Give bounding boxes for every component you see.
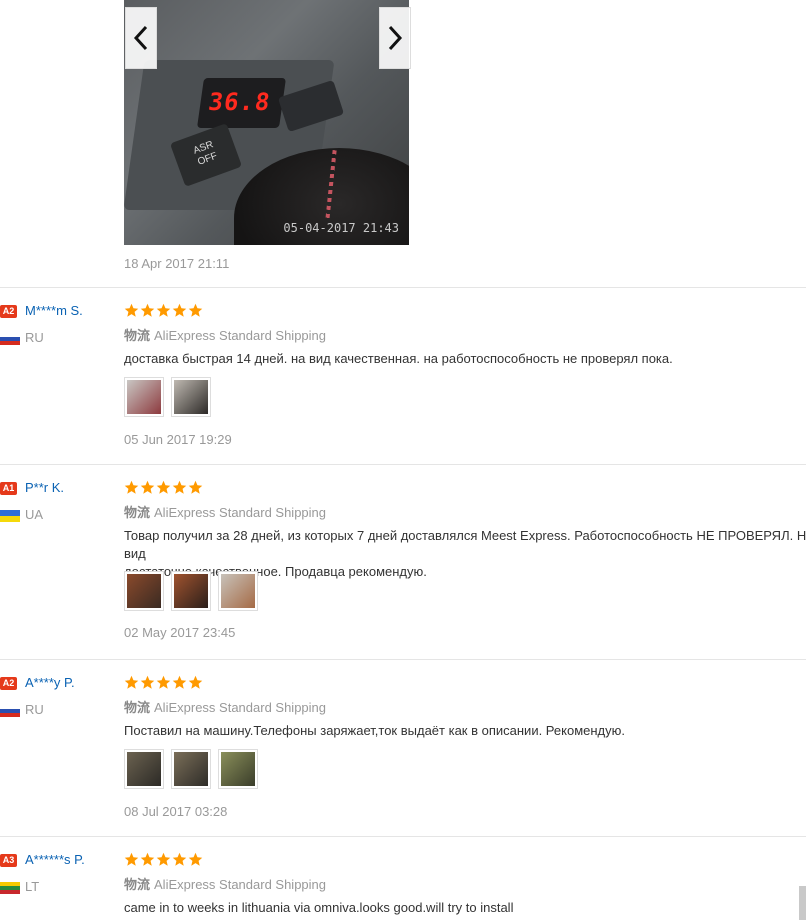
review-photos <box>124 749 258 789</box>
review-text: Поставил на машину.Телефоны заряжает,ток… <box>124 723 625 738</box>
star-icon <box>156 303 171 323</box>
buyer-name[interactable]: A****y P. <box>25 675 75 690</box>
review-photo-thumbnail[interactable] <box>171 377 211 417</box>
voltmeter-reading: 36.8 <box>206 88 273 116</box>
review-photo-thumbnail[interactable] <box>124 749 164 789</box>
star-rating <box>124 303 203 323</box>
buyer-country: LT <box>25 879 40 894</box>
scrollbar[interactable] <box>799 886 806 920</box>
buyer-level-badge: A1 <box>0 482 17 495</box>
shipping-value: AliExpress Standard Shipping <box>154 328 327 343</box>
star-icon <box>124 675 139 695</box>
star-icon <box>156 480 171 500</box>
star-icon <box>172 675 187 695</box>
shipping-label: 物流 <box>124 328 151 343</box>
star-icon <box>188 852 203 872</box>
review-item: A1 P**r K. UA 物流 AliExpress Standard Shippin… <box>0 464 806 660</box>
shipping-value: AliExpress Standard Shipping <box>154 877 327 892</box>
buyer-level-badge: A2 <box>0 305 17 318</box>
star-icon <box>172 303 187 323</box>
review-photo-thumbnail[interactable] <box>124 571 164 611</box>
review-date: 02 May 2017 23:45 <box>124 625 236 640</box>
voltmeter-display: 36.8 <box>196 78 287 128</box>
review-date: 05 Jun 2017 19:29 <box>124 432 232 447</box>
review-photo-large: 36.8 ASR OFF 05-04-2017 21:43 <box>124 0 409 245</box>
shipping-value: AliExpress Standard Shipping <box>154 700 327 715</box>
star-rating <box>124 852 203 872</box>
star-icon <box>188 675 203 695</box>
photo-timestamp: 05-04-2017 21:43 <box>283 221 399 235</box>
star-rating <box>124 480 203 500</box>
gallery-prev-button[interactable] <box>125 7 157 69</box>
buyer-country: UA <box>25 507 44 522</box>
star-icon <box>140 675 155 695</box>
star-icon <box>156 852 171 872</box>
buyer-country: RU <box>25 702 44 717</box>
country-flag-icon <box>0 510 20 522</box>
review-photos <box>124 377 211 417</box>
review-photo-thumbnail[interactable] <box>218 749 258 789</box>
buyer-name[interactable]: M****m S. <box>25 303 83 318</box>
buyer-name[interactable]: P**r K. <box>25 480 64 495</box>
country-flag-icon <box>0 882 20 894</box>
star-icon <box>124 303 139 323</box>
star-icon <box>156 675 171 695</box>
star-icon <box>140 303 155 323</box>
review-photos <box>124 571 258 611</box>
review-photo-thumbnail[interactable] <box>171 749 211 789</box>
shipping-label: 物流 <box>124 700 151 715</box>
review-item: A2 A****y P. RU 物流 AliExpress Standard Shipp… <box>0 659 806 837</box>
chevron-right-icon <box>388 25 403 51</box>
star-icon <box>124 852 139 872</box>
review-item: A2 M****m S. RU 物流 AliExpress Standard Shipp… <box>0 287 806 465</box>
review-photo-thumbnail[interactable] <box>124 377 164 417</box>
review-date: 08 Jul 2017 03:28 <box>124 804 228 819</box>
star-icon <box>188 303 203 323</box>
chevron-left-icon <box>133 25 148 51</box>
review-date: 18 Apr 2017 21:11 <box>124 256 230 271</box>
shipping-value: AliExpress Standard Shipping <box>154 505 327 520</box>
review-item: A3 A******s P. LT 物流 AliExpress Standard Shi… <box>0 836 806 921</box>
buyer-level-badge: A2 <box>0 677 17 690</box>
buyer-name[interactable]: A******s P. <box>25 852 85 867</box>
review-text: доставка быстрая 14 дней. на вид качеств… <box>124 351 673 366</box>
country-flag-icon <box>0 333 20 345</box>
shipping-method: 物流 AliExpress Standard Shipping <box>124 697 326 716</box>
gallery-next-button[interactable] <box>379 7 411 69</box>
shipping-label: 物流 <box>124 505 151 520</box>
review-photo-thumbnail[interactable] <box>218 571 258 611</box>
star-icon <box>140 480 155 500</box>
shipping-label: 物流 <box>124 877 151 892</box>
star-icon <box>140 852 155 872</box>
shipping-method: 物流 AliExpress Standard Shipping <box>124 874 326 893</box>
review-text: came in to weeks in lithuania via omniva… <box>124 900 514 915</box>
shipping-method: 物流 AliExpress Standard Shipping <box>124 325 326 344</box>
star-icon <box>172 480 187 500</box>
shipping-method: 物流 AliExpress Standard Shipping <box>124 502 326 521</box>
star-icon <box>188 480 203 500</box>
star-icon <box>172 852 187 872</box>
star-rating <box>124 675 203 695</box>
country-flag-icon <box>0 705 20 717</box>
buyer-level-badge: A3 <box>0 854 17 867</box>
buyer-country: RU <box>25 330 44 345</box>
review-photo-thumbnail[interactable] <box>171 571 211 611</box>
star-icon <box>124 480 139 500</box>
